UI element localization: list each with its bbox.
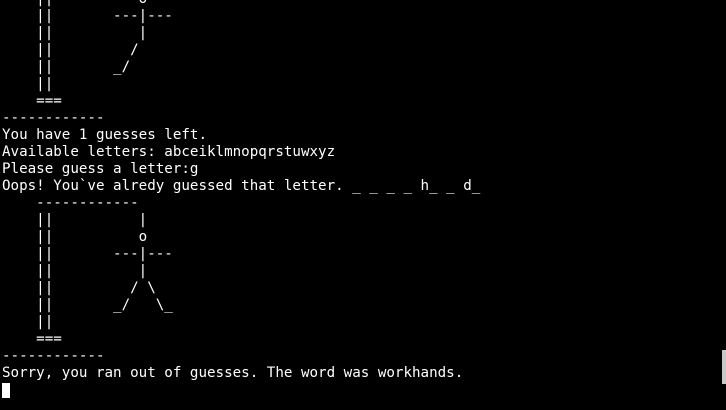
terminal-line: || ---|--- [2, 246, 173, 262]
terminal-line: || | [2, 212, 148, 228]
terminal-line: Sorry, you ran out of guesses. The word … [2, 365, 464, 381]
terminal-line: ------------ [2, 110, 105, 126]
terminal-line: || / [2, 42, 139, 58]
terminal-line: || ---|--- [2, 8, 173, 24]
terminal-line: ------------ [2, 195, 139, 211]
terminal-line: || _/ [2, 59, 131, 75]
terminal-input-line[interactable] [2, 382, 480, 399]
text-cursor [2, 383, 10, 398]
scrollbar-thumb[interactable] [722, 350, 726, 384]
terminal-line: Available letters: abceiklmnopqrstuwxyz [2, 144, 336, 160]
terminal-line: || [2, 76, 54, 92]
terminal-line: Oops! You`ve alredy guessed that letter.… [2, 178, 481, 194]
terminal-line: || o [2, 0, 480, 8]
terminal-line: || | [2, 25, 148, 41]
terminal-line: || [2, 314, 54, 330]
terminal-line: || _/ \_ [2, 297, 173, 313]
scrollbar[interactable] [722, 0, 726, 410]
terminal-line: You have 1 guesses left. [2, 127, 207, 143]
terminal-window[interactable]: || o || ---|--- || | || / || _/ || === -… [0, 0, 726, 410]
terminal-line: === [2, 93, 62, 109]
terminal-line: || o [2, 229, 148, 245]
terminal-line: === [2, 331, 62, 347]
terminal-line: ------------ [2, 348, 105, 364]
terminal-line: Please guess a letter:g [2, 161, 199, 177]
terminal-line: || | [2, 263, 148, 279]
terminal-output: || o || ---|--- || | || / || _/ || === -… [2, 0, 480, 399]
terminal-line: || / \ [2, 280, 156, 296]
